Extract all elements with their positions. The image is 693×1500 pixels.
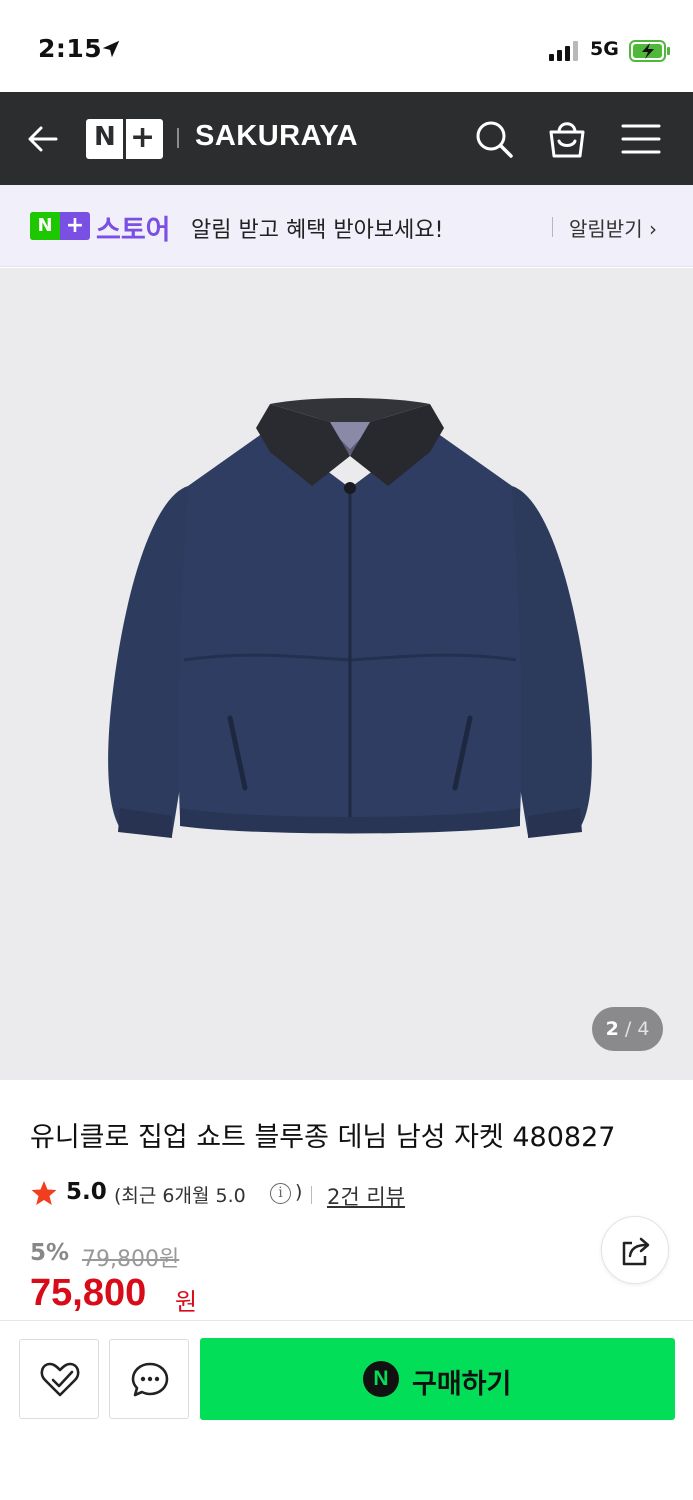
discount-rate: 5% bbox=[30, 1240, 70, 1266]
heart-check-icon bbox=[40, 1362, 80, 1397]
chat-bubble-icon bbox=[131, 1362, 169, 1397]
share-button[interactable] bbox=[601, 1216, 669, 1284]
sale-price: 75,800 bbox=[30, 1272, 147, 1314]
app-header: N + SAKURAYA bbox=[0, 92, 693, 185]
talk-button[interactable] bbox=[109, 1339, 189, 1419]
notification-banner[interactable]: N + 스토어 알림 받고 혜택 받아보세요! 알림받기 › bbox=[0, 185, 693, 267]
info-icon[interactable]: i bbox=[270, 1183, 291, 1204]
review-count-link[interactable]: 2건 리뷰 bbox=[327, 1181, 405, 1211]
badge-plus: + bbox=[65, 213, 85, 238]
signal-icon bbox=[549, 41, 578, 61]
image-counter-current: 2 bbox=[605, 1018, 619, 1040]
recent-rating-close: ) bbox=[295, 1181, 303, 1203]
shopping-bag-icon[interactable] bbox=[545, 117, 589, 161]
status-time: 2:15 bbox=[38, 34, 103, 63]
logo-divider bbox=[123, 119, 126, 159]
naver-pay-icon: N bbox=[363, 1361, 399, 1397]
share-icon bbox=[622, 1237, 650, 1266]
buy-button[interactable]: N 구매하기 bbox=[200, 1338, 675, 1420]
rating-divider bbox=[311, 1186, 312, 1204]
logo-plus: + bbox=[130, 120, 156, 155]
notice-message: 알림 받고 혜택 받아보세요! bbox=[191, 218, 444, 243]
badge-n: N bbox=[30, 212, 60, 240]
logo-n: N bbox=[94, 122, 116, 152]
bottom-action-bar: N 구매하기 bbox=[0, 1320, 693, 1500]
recent-rating-text: (최근 6개월 5.0 bbox=[114, 1185, 246, 1207]
rating-row: 5.0 (최근 6개월 5.0 i ) 2건 리뷰 bbox=[30, 1178, 670, 1211]
battery-charging-icon bbox=[629, 40, 670, 62]
location-arrow-icon bbox=[102, 40, 120, 58]
buy-button-label: 구매하기 bbox=[412, 1369, 512, 1400]
store-label: 스토어 bbox=[96, 215, 171, 246]
sale-price-unit: 원 bbox=[175, 1288, 198, 1316]
search-icon[interactable] bbox=[472, 117, 516, 161]
subscribe-alert-link[interactable]: 알림받기 › bbox=[569, 213, 657, 242]
store-name[interactable]: SAKURAYA bbox=[195, 120, 358, 153]
image-counter-separator: / bbox=[624, 1018, 632, 1040]
star-icon bbox=[31, 1181, 57, 1205]
wishlist-button[interactable] bbox=[19, 1339, 99, 1419]
product-photo-denim-jacket bbox=[108, 398, 592, 838]
back-arrow-icon[interactable] bbox=[22, 118, 64, 160]
network-type: 5G bbox=[590, 38, 619, 60]
image-counter: 2 / 4 bbox=[592, 1007, 663, 1051]
naver-plus-store-badge: N + bbox=[30, 212, 90, 240]
header-divider bbox=[177, 128, 179, 148]
status-bar: 2:15 5G bbox=[0, 0, 693, 92]
menu-icon[interactable] bbox=[619, 117, 663, 161]
naver-plus-logo[interactable]: N + bbox=[86, 119, 163, 159]
product-title: 유니클로 집업 쇼트 블루종 데님 남성 자켓 480827 bbox=[30, 1122, 616, 1153]
rating-score: 5.0 bbox=[66, 1179, 107, 1205]
product-image-gallery[interactable]: 2 / 4 bbox=[0, 268, 693, 1080]
image-counter-total: 4 bbox=[637, 1018, 650, 1040]
original-price: 79,800원 bbox=[82, 1247, 180, 1272]
notice-divider bbox=[552, 217, 553, 237]
